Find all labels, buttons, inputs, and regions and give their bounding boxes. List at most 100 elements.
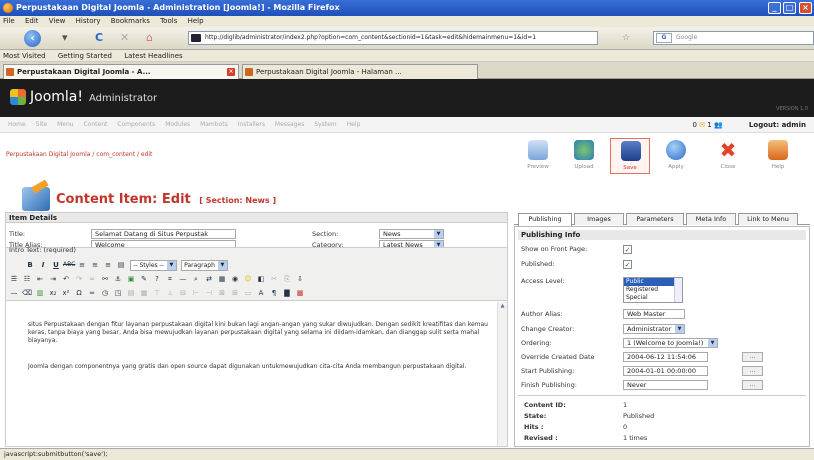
- save-button[interactable]: Save: [610, 138, 650, 174]
- replace-icon[interactable]: ⇄: [203, 273, 215, 285]
- table-icon[interactable]: ▦: [216, 273, 228, 285]
- access-option[interactable]: Public: [624, 278, 674, 286]
- messages-count[interactable]: 0: [692, 121, 696, 129]
- search-icon[interactable]: ⌕: [190, 273, 202, 285]
- override-created-input[interactable]: 2004-06-12 11:54:06: [623, 352, 708, 362]
- ordering-select[interactable]: 1 (Welcome to Joomla!) ▼: [623, 338, 718, 348]
- admin-menu-help[interactable]: Help: [347, 121, 361, 128]
- cut-icon[interactable]: ✂: [268, 273, 280, 285]
- insert-col-after-icon[interactable]: ⊣: [203, 287, 215, 299]
- finish-date-picker-button[interactable]: ...: [742, 380, 763, 390]
- menu-view[interactable]: View: [49, 17, 66, 25]
- access-option[interactable]: Registered: [624, 286, 674, 294]
- browser-tab-admin[interactable]: Perpustakaan Digital Joomla - A... ×: [3, 64, 239, 79]
- align-right-icon[interactable]: ≡: [102, 259, 114, 271]
- image-icon[interactable]: ▣: [125, 273, 137, 285]
- online-count[interactable]: 1: [707, 121, 711, 129]
- access-level-listbox[interactable]: Public Registered Special: [623, 277, 683, 303]
- admin-menu-system[interactable]: System: [314, 121, 336, 128]
- align-center-icon[interactable]: ≡: [89, 259, 101, 271]
- html-source-icon[interactable]: ⌗: [164, 273, 176, 285]
- menu-bookmarks[interactable]: Bookmarks: [111, 17, 150, 25]
- indent-icon[interactable]: ⇥: [47, 273, 59, 285]
- strikethrough-icon[interactable]: ABC: [63, 259, 75, 271]
- admin-menu-site[interactable]: Site: [36, 121, 48, 128]
- anchor-icon[interactable]: ⚓: [112, 273, 124, 285]
- admin-menu-content[interactable]: Content: [84, 121, 108, 128]
- insert-row-after-icon[interactable]: ⊥: [164, 287, 176, 299]
- cleanup-icon[interactable]: ✎: [138, 273, 150, 285]
- close-icon[interactable]: ×: [799, 2, 812, 14]
- upload-button[interactable]: Upload: [564, 138, 604, 174]
- menu-tools[interactable]: Tools: [160, 17, 177, 25]
- styles-select[interactable]: -- Styles -- ▼: [130, 259, 177, 271]
- copy-icon[interactable]: ⎘: [281, 273, 293, 285]
- menu-edit[interactable]: Edit: [25, 17, 39, 25]
- minimize-icon[interactable]: _: [768, 2, 781, 14]
- subscript-icon[interactable]: x₂: [47, 287, 59, 299]
- link-icon[interactable]: ∞: [86, 273, 98, 285]
- bookmark-latest-headlines[interactable]: Latest Headlines: [124, 52, 182, 60]
- remove-format-icon[interactable]: ⌫: [21, 287, 33, 299]
- url-bar[interactable]: http://diglib/administrator/index2.php?o…: [188, 31, 598, 45]
- admin-menu-menu[interactable]: Menu: [57, 121, 73, 128]
- visual-aid-icon[interactable]: ▥: [34, 287, 46, 299]
- hr-icon[interactable]: —: [177, 273, 189, 285]
- author-alias-input[interactable]: Web Master: [623, 309, 685, 319]
- admin-menu-home[interactable]: Home: [8, 121, 26, 128]
- home-icon[interactable]: ⌂: [146, 32, 153, 44]
- table-row-props-icon[interactable]: ▤: [125, 287, 137, 299]
- tab-meta-info[interactable]: Meta Info: [686, 213, 736, 225]
- maximize-icon[interactable]: □: [783, 2, 796, 14]
- access-option[interactable]: Special: [624, 294, 674, 302]
- editor-content-area[interactable]: situs Perpustakaan dengan fitur layanan …: [6, 302, 507, 446]
- font-color-icon[interactable]: A: [255, 287, 267, 299]
- bold-icon[interactable]: B: [24, 259, 36, 271]
- reload-icon[interactable]: C: [95, 32, 103, 44]
- redo-icon[interactable]: ↷: [73, 273, 85, 285]
- section-select[interactable]: News ▼: [379, 229, 444, 239]
- admin-menu-installers[interactable]: Installers: [238, 121, 265, 128]
- insert-media-icon[interactable]: ◧: [255, 273, 267, 285]
- emoticon-icon[interactable]: ☺: [242, 273, 254, 285]
- apply-button[interactable]: Apply: [656, 138, 696, 174]
- back-button[interactable]: ‹: [24, 30, 41, 47]
- editor-scrollbar[interactable]: ▲: [497, 302, 507, 446]
- insert-row-before-icon[interactable]: ⊤: [151, 287, 163, 299]
- title-input[interactable]: Selamat Datang di Situs Perpustak: [91, 229, 236, 239]
- align-left-icon[interactable]: ≡: [76, 259, 88, 271]
- split-cell-icon[interactable]: ⊞: [229, 287, 241, 299]
- hr-insert-icon[interactable]: ═: [86, 287, 98, 299]
- admin-menu-modules[interactable]: Modules: [165, 121, 190, 128]
- bookmark-most-visited[interactable]: Most Visited: [3, 52, 46, 60]
- close-button[interactable]: ✖ Close: [708, 138, 748, 174]
- finish-publishing-input[interactable]: Never: [623, 380, 708, 390]
- menu-help[interactable]: Help: [188, 17, 204, 25]
- front-page-checkbox[interactable]: ✓: [623, 245, 632, 254]
- delete-row-icon[interactable]: ⊟: [177, 287, 189, 299]
- underline-icon[interactable]: U: [50, 259, 62, 271]
- search-input[interactable]: G Google: [653, 31, 814, 45]
- messages-icon[interactable]: ✉: [699, 121, 705, 129]
- help-button[interactable]: Help: [758, 138, 798, 174]
- charmap-icon[interactable]: Ω: [73, 287, 85, 299]
- scroll-up-icon[interactable]: ▲: [499, 303, 506, 310]
- start-date-picker-button[interactable]: ...: [742, 366, 763, 376]
- menu-file[interactable]: File: [3, 17, 15, 25]
- menu-history[interactable]: History: [76, 17, 101, 25]
- logout-link[interactable]: Logout: admin: [749, 121, 806, 129]
- paragraph-icon[interactable]: ¶: [268, 287, 280, 299]
- preview-button[interactable]: Preview: [518, 138, 558, 174]
- stop-icon[interactable]: ✕: [120, 32, 129, 44]
- numbered-list-icon[interactable]: ☷: [21, 273, 33, 285]
- forward-dropdown-icon[interactable]: ▾: [62, 32, 68, 44]
- fullscreen-icon[interactable]: ▇: [281, 287, 293, 299]
- merge-cell-icon[interactable]: ▭: [242, 287, 254, 299]
- bookmark-getting-started[interactable]: Getting Started: [58, 52, 112, 60]
- align-justify-icon[interactable]: ▤: [115, 259, 127, 271]
- unlink-icon[interactable]: ⚯: [99, 273, 111, 285]
- paste-icon[interactable]: ⇩: [294, 273, 306, 285]
- flash-icon[interactable]: ◉: [229, 273, 241, 285]
- admin-menu-mambots[interactable]: Mambots: [200, 121, 228, 128]
- italic-icon[interactable]: I: [37, 259, 49, 271]
